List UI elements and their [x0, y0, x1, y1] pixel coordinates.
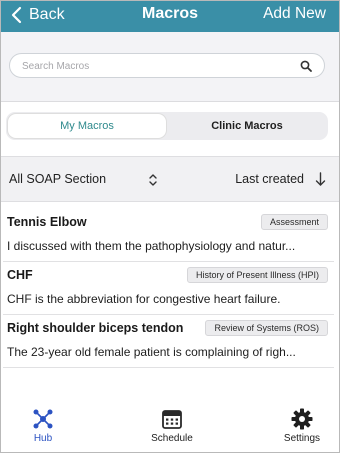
segment-clinic-macros[interactable]: Clinic Macros [168, 114, 326, 138]
arrow-down-icon[interactable] [315, 172, 326, 187]
list-item[interactable]: Right shoulder biceps tendon Review of S… [3, 315, 334, 368]
macro-description: The 23-year old female patient is compla… [7, 345, 296, 359]
soap-section-badge: History of Present Illness (HPI) [186, 267, 328, 283]
up-down-chevron-icon[interactable] [148, 173, 158, 187]
macro-title: Tennis Elbow [7, 215, 87, 229]
soap-section-badge: Assessment [260, 214, 328, 230]
tab-hub-label: Hub [33, 433, 53, 444]
tab-schedule-label: Schedule [151, 433, 193, 444]
gear-icon [291, 408, 313, 430]
search-input[interactable] [22, 58, 292, 74]
list-item[interactable]: Tennis Elbow Assessment I discussed with… [3, 209, 334, 262]
list-item[interactable]: CHF History of Present Illness (HPI) CHF… [3, 262, 334, 315]
segment-my-macros[interactable]: My Macros [8, 114, 166, 138]
tab-schedule[interactable]: Schedule [127, 408, 217, 448]
nav-header: Back Macros Add New [0, 0, 340, 32]
soap-section-badge: Review of Systems (ROS) [205, 320, 328, 336]
search-area [0, 32, 340, 102]
tab-hub[interactable]: Hub [0, 408, 88, 448]
macro-description: I discussed with them the pathophysiolog… [7, 239, 296, 253]
soap-section-filter[interactable]: All SOAP Section [9, 172, 106, 186]
tab-settings[interactable]: Settings [257, 408, 340, 448]
add-new-button[interactable]: Add New [263, 5, 326, 23]
macro-description: CHF is the abbreviation for congestive h… [7, 292, 281, 306]
network-nodes-icon [33, 409, 53, 429]
macro-title: CHF [7, 268, 33, 282]
sort-order-label[interactable]: Last created [235, 172, 304, 186]
macro-scope-segmented-control: My Macros Clinic Macros [6, 112, 328, 140]
calendar-icon [162, 410, 182, 429]
bottom-tab-bar: Hub Schedule Settings [0, 398, 340, 453]
macro-title: Right shoulder biceps tendon [7, 321, 184, 335]
search-icon[interactable] [300, 60, 312, 72]
filter-bar: All SOAP Section Last created [0, 156, 340, 202]
search-bar [9, 53, 325, 78]
macro-list: Tennis Elbow Assessment I discussed with… [0, 209, 340, 368]
tab-settings-label: Settings [283, 433, 321, 444]
